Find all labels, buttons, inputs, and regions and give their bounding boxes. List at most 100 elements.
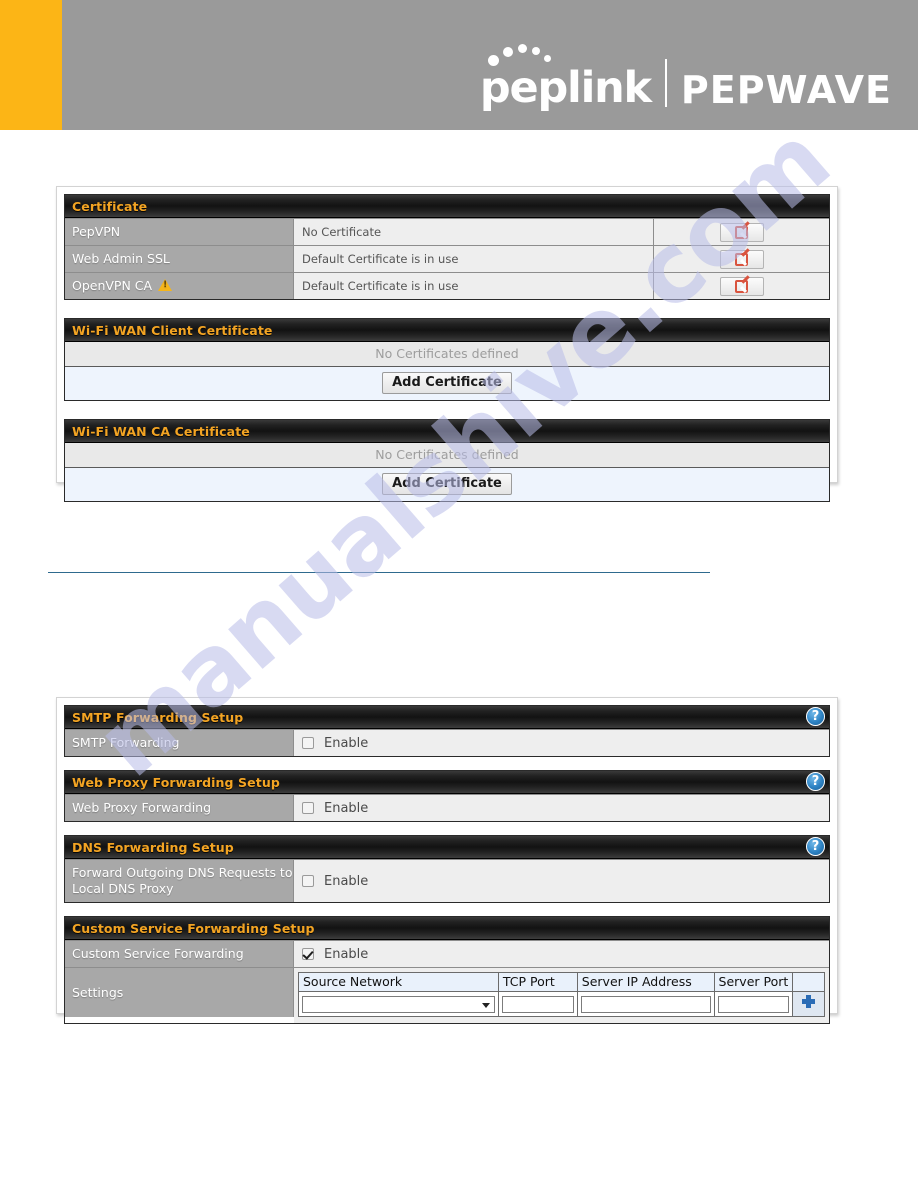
custom-service-enable-cell: Enable [294, 941, 829, 967]
wifi-wan-client-section-header: Wi-Fi WAN Client Certificate [65, 319, 829, 342]
source-network-cell [298, 991, 499, 1017]
dns-section-header: DNS Forwarding Setup ? [65, 836, 829, 859]
certificate-row-label: PepVPN [65, 219, 294, 245]
certificate-row-action [653, 273, 829, 299]
logo-divider [664, 59, 667, 107]
custom-service-forwarding-label: Custom Service Forwarding [65, 941, 294, 967]
tcp-port-input[interactable] [501, 996, 574, 1013]
server-port-input[interactable] [717, 996, 790, 1013]
wifi-wan-client-section-title: Wi-Fi WAN Client Certificate [72, 322, 273, 338]
header-accent-bar [0, 0, 62, 130]
table-row: Web Admin SSL Default Certificate is in … [65, 245, 829, 272]
question-mark-icon[interactable]: ? [806, 772, 825, 791]
table-row [298, 991, 825, 1017]
dns-forwarding-row: Forward Outgoing DNS Requests to Local D… [65, 859, 829, 902]
certificate-row-label-text: Web Admin SSL [72, 251, 170, 266]
certificate-row-action [653, 219, 829, 245]
custom-service-section-header: Custom Service Forwarding Setup [65, 917, 829, 940]
certificate-section-header: Certificate [65, 195, 829, 218]
wifi-wan-ca-add-row: Add Certificate [65, 468, 829, 501]
wifi-wan-ca-empty-text: No Certificates defined [65, 443, 829, 468]
custom-service-table-header-row: Source Network TCP Port Server IP Addres… [298, 972, 825, 992]
certificate-row-action [653, 246, 829, 272]
custom-service-settings-label: Settings [65, 968, 294, 1017]
plus-icon[interactable] [801, 994, 816, 1009]
smtp-forwarding-label: SMTP Forwarding [65, 730, 294, 756]
custom-service-settings-cell: Source Network TCP Port Server IP Addres… [294, 968, 829, 1023]
server-ip-input[interactable] [580, 996, 711, 1013]
dns-enable-checkbox[interactable] [302, 875, 314, 887]
web-proxy-enable-cell: Enable [294, 795, 829, 821]
certificate-row-label-text: OpenVPN CA [72, 278, 153, 293]
custom-service-section-title: Custom Service Forwarding Setup [72, 920, 315, 936]
certificate-row-label: OpenVPN CA [65, 273, 294, 299]
peplink-dots-icon [487, 44, 560, 66]
smtp-enable-cell: Enable [294, 730, 829, 756]
wifi-wan-ca-section-header: Wi-Fi WAN CA Certificate [65, 420, 829, 443]
dns-forwarding-section: DNS Forwarding Setup ? Forward Outgoing … [64, 835, 830, 903]
custom-service-enable-checkbox[interactable] [302, 948, 314, 960]
edit-icon [735, 252, 748, 266]
edit-button[interactable] [719, 276, 764, 296]
edit-icon [735, 225, 748, 239]
smtp-forwarding-row: SMTP Forwarding Enable [65, 729, 829, 756]
certificate-section: Certificate PepVPN No Certificate Web Ad… [64, 194, 830, 300]
web-proxy-section-title: Web Proxy Forwarding Setup [72, 774, 280, 790]
certificate-section-title: Certificate [72, 198, 148, 214]
web-proxy-section-header: Web Proxy Forwarding Setup ? [65, 771, 829, 794]
forwarding-panel: SMTP Forwarding Setup ? SMTP Forwarding … [56, 697, 838, 1024]
section-divider-rule [48, 572, 710, 573]
certificate-row-status: Default Certificate is in use [294, 246, 653, 272]
custom-service-forwarding-section: Custom Service Forwarding Setup Custom S… [64, 916, 830, 1024]
dns-forwarding-label: Forward Outgoing DNS Requests to Local D… [65, 860, 294, 902]
server-port-cell [713, 991, 794, 1017]
wifi-wan-client-empty-text: No Certificates defined [65, 342, 829, 367]
edit-button[interactable] [719, 249, 764, 269]
certificate-row-label-text: PepVPN [72, 224, 121, 239]
warning-triangle-icon [158, 279, 173, 291]
column-header-tcp-port: TCP Port [497, 972, 578, 992]
certificate-panel: Certificate PepVPN No Certificate Web Ad… [56, 186, 838, 502]
server-ip-cell [576, 991, 715, 1017]
web-proxy-enable-label: Enable [324, 800, 369, 816]
certificate-row-status: No Certificate [294, 219, 653, 245]
wifi-wan-client-add-row: Add Certificate [65, 367, 829, 400]
custom-service-enable-label: Enable [324, 946, 369, 962]
web-proxy-enable-checkbox[interactable] [302, 802, 314, 814]
add-certificate-button[interactable]: Add Certificate [382, 473, 512, 495]
web-proxy-forwarding-row: Web Proxy Forwarding Enable [65, 794, 829, 821]
smtp-enable-checkbox[interactable] [302, 737, 314, 749]
column-header-server-ip-address: Server IP Address [576, 972, 715, 992]
peplink-wordmark: peplink [479, 44, 652, 113]
smtp-section-title: SMTP Forwarding Setup [72, 709, 244, 725]
pepwave-wordmark: PEPWAVE [680, 68, 892, 112]
web-proxy-forwarding-label: Web Proxy Forwarding [65, 795, 294, 821]
wifi-wan-client-certificate-section: Wi-Fi WAN Client Certificate No Certific… [64, 318, 830, 401]
column-header-source-network: Source Network [298, 972, 499, 992]
question-mark-icon[interactable]: ? [806, 837, 825, 856]
custom-service-settings-row: Settings Source Network TCP Port Server … [65, 967, 829, 1023]
custom-service-forwarding-row: Custom Service Forwarding Enable [65, 940, 829, 967]
add-rule-cell [792, 991, 825, 1017]
dns-section-title: DNS Forwarding Setup [72, 839, 234, 855]
peplink-wordmark-text: peplink [479, 63, 652, 113]
dns-enable-cell: Enable [294, 860, 829, 902]
column-header-server-port: Server Port [713, 972, 794, 992]
certificate-row-label: Web Admin SSL [65, 246, 294, 272]
dns-enable-label: Enable [324, 873, 369, 889]
wifi-wan-ca-certificate-section: Wi-Fi WAN CA Certificate No Certificates… [64, 419, 830, 502]
smtp-forwarding-section: SMTP Forwarding Setup ? SMTP Forwarding … [64, 705, 830, 757]
table-row: PepVPN No Certificate [65, 218, 829, 245]
edit-icon [735, 279, 748, 293]
tcp-port-cell [497, 991, 578, 1017]
table-row: OpenVPN CA Default Certificate is in use [65, 272, 829, 299]
smtp-enable-label: Enable [324, 735, 369, 751]
wifi-wan-ca-section-title: Wi-Fi WAN CA Certificate [72, 423, 250, 439]
custom-service-table: Source Network TCP Port Server IP Addres… [298, 972, 825, 1017]
source-network-select[interactable] [302, 995, 495, 1013]
question-mark-icon[interactable]: ? [806, 707, 825, 726]
column-header-action [792, 972, 825, 992]
add-certificate-button[interactable]: Add Certificate [382, 372, 512, 394]
web-proxy-forwarding-section: Web Proxy Forwarding Setup ? Web Proxy F… [64, 770, 830, 822]
edit-button[interactable] [719, 222, 764, 242]
